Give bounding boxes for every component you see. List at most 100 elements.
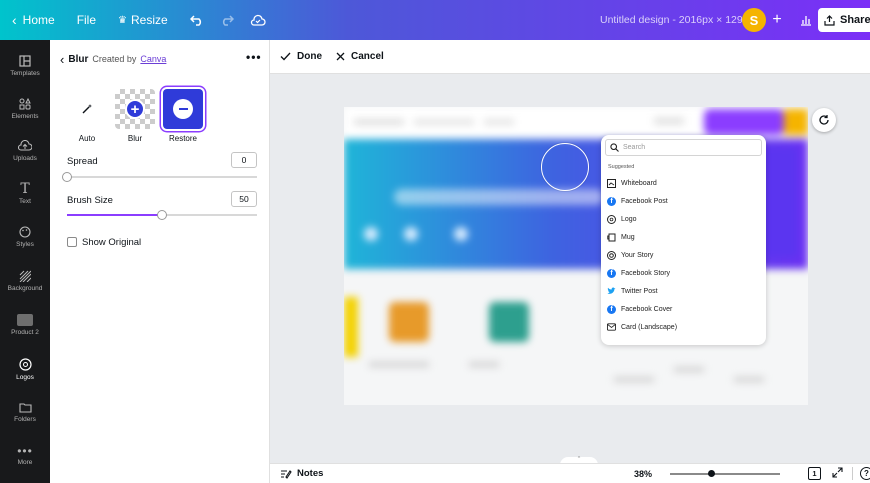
zoom-slider-thumb[interactable]: [708, 470, 716, 477]
close-icon: [336, 52, 345, 61]
spread-slider[interactable]: [62, 172, 257, 182]
dropdown-item-logo[interactable]: Logo: [607, 211, 637, 227]
created-by-text: Created by: [92, 54, 137, 64]
side-rail: Templates Elements Uploads T Text Styles…: [0, 40, 50, 483]
page-number: 1: [812, 469, 817, 478]
cancel-label: Cancel: [351, 51, 384, 62]
spread-slider-thumb[interactable]: [62, 172, 72, 182]
design-type-dropdown: Search Suggested Whiteboard f Facebook P…: [601, 135, 766, 345]
show-original-checkbox[interactable]: [67, 237, 77, 247]
dropdown-item-facebook-story[interactable]: f Facebook Story: [607, 265, 670, 281]
zoom-slider[interactable]: [670, 470, 780, 477]
rail-label: Text: [19, 198, 31, 205]
search-input[interactable]: Search: [605, 139, 762, 156]
rail-item-folders[interactable]: Folders: [0, 402, 50, 423]
brush-size-value-input[interactable]: 50: [231, 191, 257, 207]
auto-tool-button[interactable]: [67, 89, 107, 129]
creator-link[interactable]: Canva: [140, 54, 166, 64]
dropdown-item-label: Facebook Story: [621, 269, 671, 277]
file-menu-button[interactable]: File: [69, 0, 104, 40]
edit-toolbar: Done Cancel: [270, 40, 870, 74]
divider: [852, 467, 853, 480]
dropdown-item-mug[interactable]: Mug: [607, 229, 635, 245]
dropdown-item-facebook-cover[interactable]: f Facebook Cover: [607, 301, 672, 317]
rotate-icon: [819, 115, 829, 125]
undo-icon: [189, 15, 201, 26]
avatar[interactable]: S: [742, 8, 766, 32]
blur-tool-label: Blur: [127, 134, 143, 143]
insights-button[interactable]: [794, 8, 818, 32]
notes-button[interactable]: Notes: [280, 468, 323, 479]
rail-label: More: [17, 459, 33, 466]
plus-circle-icon: +: [125, 99, 145, 119]
rail-item-text[interactable]: T Text: [0, 182, 50, 205]
dropdown-item-twitter-post[interactable]: Twitter Post: [607, 283, 658, 299]
page-number-button[interactable]: 1: [808, 467, 821, 480]
restore-tool-label: Restore: [168, 134, 197, 143]
suggested-heading: Suggested: [608, 164, 635, 170]
undo-button[interactable]: [182, 0, 212, 40]
rail-label: Background: [7, 285, 43, 292]
rail-label: Logos: [16, 374, 34, 381]
facebook-icon: f: [607, 268, 616, 278]
back-chevron-icon[interactable]: ‹: [60, 52, 64, 67]
done-button[interactable]: Done: [280, 51, 322, 62]
done-label: Done: [297, 51, 322, 62]
cancel-button[interactable]: Cancel: [336, 51, 384, 62]
cloud-save-button[interactable]: [242, 0, 274, 40]
fullscreen-button[interactable]: [832, 467, 843, 481]
crown-icon: ♛: [118, 14, 127, 26]
rail-item-more[interactable]: ••• More: [0, 445, 50, 466]
rail-item-elements[interactable]: Elements: [0, 98, 50, 120]
brush-size-label: Brush Size: [67, 195, 113, 206]
file-label: File: [76, 13, 97, 27]
dropdown-item-card-landscape[interactable]: Card (Landscape): [607, 319, 677, 335]
bottom-bar: Notes 38% 1 ?: [270, 463, 870, 483]
notes-icon: [281, 469, 292, 479]
rail-label: Product 2: [11, 329, 39, 336]
dropdown-item-facebook-post[interactable]: f Facebook Post: [607, 193, 668, 209]
help-icon: ?: [864, 469, 869, 478]
resize-button[interactable]: ♛ Resize: [110, 0, 176, 40]
rail-item-product[interactable]: Product 2: [0, 314, 50, 336]
help-button[interactable]: ?: [860, 467, 870, 480]
design-title[interactable]: Untitled design - 2016px × 1290px: [600, 0, 760, 40]
redo-button[interactable]: [212, 0, 242, 40]
invite-button[interactable]: +: [768, 8, 786, 32]
twitter-icon: [607, 287, 616, 296]
search-placeholder: Search: [623, 144, 646, 151]
brush-size-slider-thumb[interactable]: [157, 210, 167, 220]
rail-item-logos[interactable]: Logos: [0, 358, 50, 381]
dropdown-item-your-story[interactable]: Your Story: [607, 247, 653, 263]
minus-circle-icon: [173, 99, 193, 119]
more-options-icon[interactable]: •••: [246, 50, 262, 64]
whiteboard-icon: [607, 178, 616, 188]
folders-icon: [18, 403, 32, 413]
spread-value-input[interactable]: 0: [231, 152, 257, 168]
facebook-icon: f: [607, 196, 616, 206]
zoom-value[interactable]: 38%: [634, 469, 652, 479]
brush-size-slider-fill: [67, 214, 162, 216]
share-button[interactable]: Share: [818, 8, 870, 32]
check-icon: [280, 52, 291, 61]
restore-tool-button[interactable]: [163, 89, 203, 129]
rail-item-styles[interactable]: Styles: [0, 226, 50, 248]
dropdown-item-whiteboard[interactable]: Whiteboard: [607, 175, 657, 191]
rail-label: Uploads: [13, 155, 37, 162]
background-icon: [19, 270, 31, 282]
blur-panel: ‹ Blur Created by Canva ••• Auto + Blur …: [50, 40, 270, 483]
home-label: Home: [22, 13, 55, 27]
panel-title: Blur: [68, 53, 89, 65]
rail-item-uploads[interactable]: Uploads: [0, 140, 50, 162]
rail-item-templates[interactable]: Templates: [0, 55, 50, 77]
styles-icon: [19, 226, 31, 238]
facebook-icon: f: [607, 304, 616, 314]
rail-item-background[interactable]: Background: [0, 270, 50, 292]
panel-header: ‹ Blur Created by Canva: [60, 52, 166, 67]
share-label: Share: [840, 14, 870, 26]
home-button[interactable]: ‹ Home: [0, 0, 63, 40]
resize-label: Resize: [131, 13, 168, 27]
refresh-button[interactable]: [812, 108, 836, 132]
blur-tool-button[interactable]: +: [115, 89, 155, 129]
brush-size-slider[interactable]: [67, 210, 257, 220]
